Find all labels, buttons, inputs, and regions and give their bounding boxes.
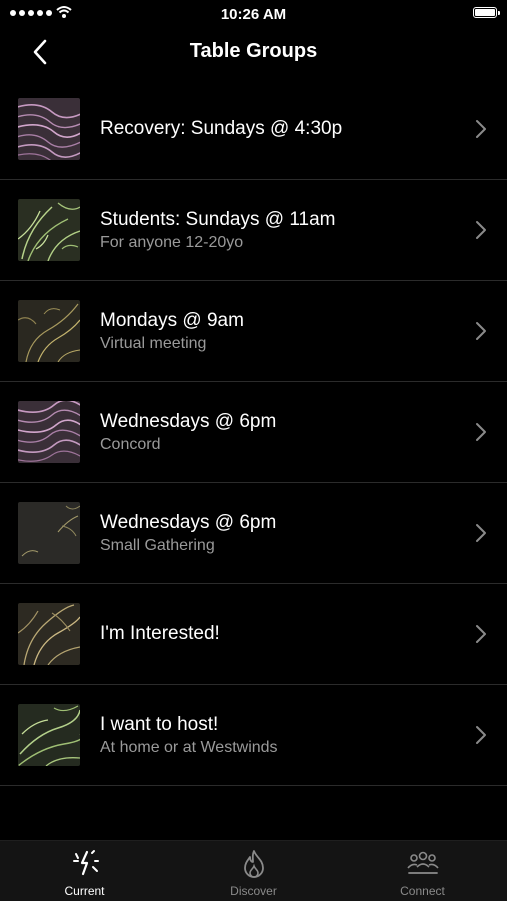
- people-icon: [406, 851, 439, 874]
- group-subtitle: Virtual meeting: [100, 334, 207, 352]
- status-time: 10:26 AM: [220, 6, 287, 23]
- group-title: I want to host!: [100, 713, 219, 735]
- group-thumbnail: [18, 401, 80, 463]
- group-thumbnail: [18, 199, 80, 261]
- battery-icon: [473, 7, 500, 18]
- group-subtitle: At home or at Westwinds: [100, 738, 278, 756]
- status-bar: 10:26 AM: [0, 0, 507, 28]
- group-title: Mondays @ 9am: [100, 309, 244, 331]
- group-row-host[interactable]: I want to host! At home or at Westwinds: [0, 685, 507, 786]
- page-title: Table Groups: [189, 40, 318, 62]
- group-thumbnail: [18, 98, 80, 160]
- chevron-right-icon: [476, 221, 486, 239]
- tab-discover[interactable]: Discover: [169, 841, 338, 901]
- group-subtitle: For anyone 12-20yo: [100, 233, 244, 251]
- group-row-interested[interactable]: I'm Interested!: [0, 584, 507, 685]
- group-thumbnail: [18, 603, 80, 665]
- tab-label: Discover: [230, 884, 277, 898]
- chevron-right-icon: [476, 524, 486, 542]
- group-title: Wednesdays @ 6pm: [100, 410, 277, 432]
- chevron-right-icon: [476, 423, 486, 441]
- flame-icon: [243, 850, 264, 878]
- table-group-list: Recovery: Sundays @ 4:30p Students: Sund…: [0, 79, 507, 786]
- group-thumbnail: [18, 502, 80, 564]
- chevron-right-icon: [476, 726, 486, 744]
- group-thumbnail: [18, 704, 80, 766]
- navigation-bar: Table Groups: [0, 28, 507, 76]
- chevron-right-icon: [476, 120, 486, 138]
- chevron-right-icon: [476, 322, 486, 340]
- group-subtitle: Small Gathering: [100, 536, 215, 554]
- group-subtitle: Concord: [100, 435, 161, 453]
- group-title: Recovery: Sundays @ 4:30p: [100, 118, 343, 139]
- tab-connect[interactable]: Connect: [338, 841, 507, 901]
- sparkle-icon: [72, 850, 99, 876]
- chevron-right-icon: [476, 625, 486, 643]
- group-row-mondays[interactable]: Mondays @ 9am Virtual meeting: [0, 281, 507, 382]
- group-row-recovery[interactable]: Recovery: Sundays @ 4:30p: [0, 79, 507, 180]
- tab-label: Current: [64, 884, 105, 898]
- tab-label: Connect: [400, 884, 445, 898]
- group-title: I'm Interested!: [100, 623, 220, 644]
- group-row-wednesdays-concord[interactable]: Wednesdays @ 6pm Concord: [0, 382, 507, 483]
- group-row-students[interactable]: Students: Sundays @ 11am For anyone 12-2…: [0, 180, 507, 281]
- tab-current[interactable]: Current: [0, 841, 169, 901]
- group-thumbnail: [18, 300, 80, 362]
- tab-bar: Current Discover Connect: [0, 840, 507, 901]
- group-title: Wednesdays @ 6pm: [100, 511, 277, 533]
- group-title: Students: Sundays @ 11am: [100, 208, 336, 230]
- group-row-wednesdays-small-gathering[interactable]: Wednesdays @ 6pm Small Gathering: [0, 483, 507, 584]
